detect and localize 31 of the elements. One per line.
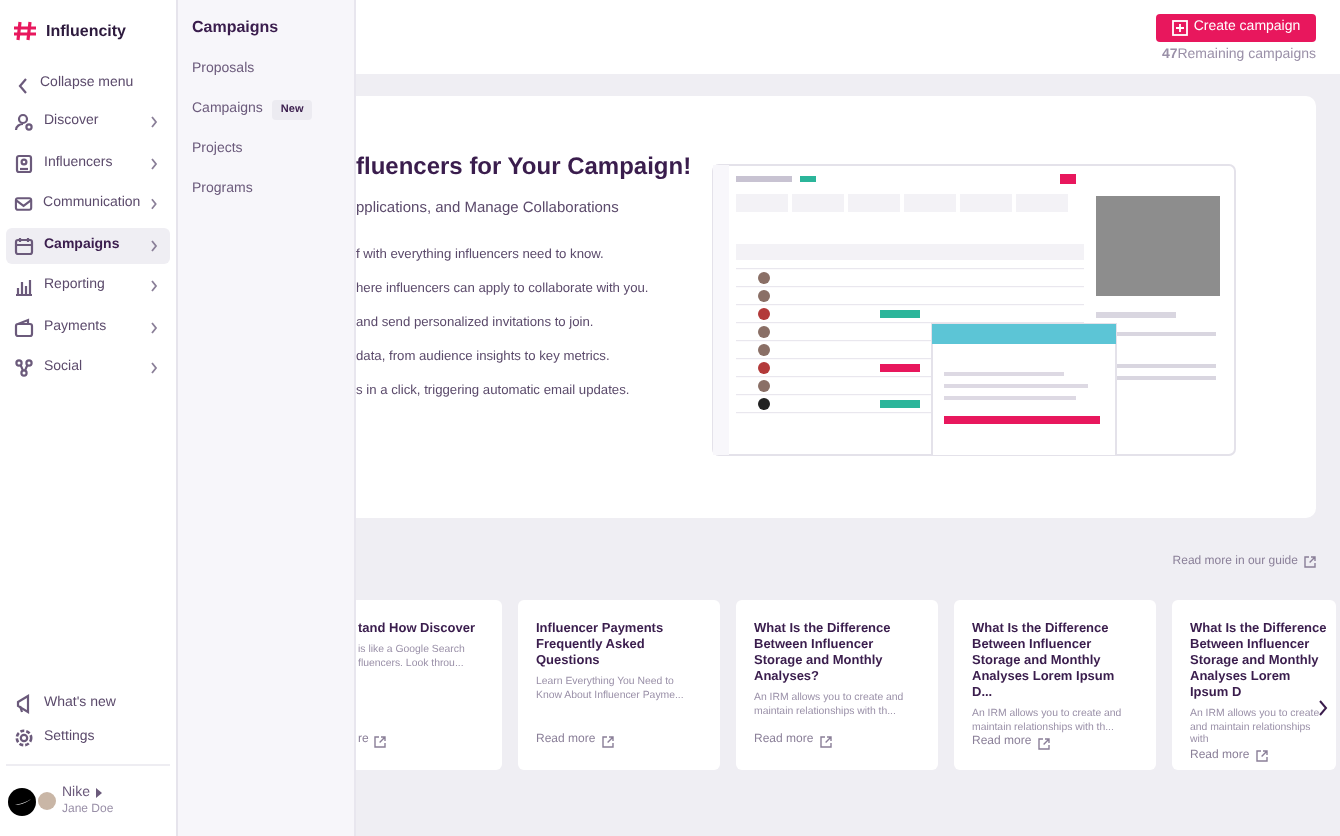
chevron-left-icon	[18, 77, 28, 93]
logo-icon	[12, 20, 38, 42]
chevron-right-icon	[150, 239, 158, 252]
contact-card-icon	[14, 153, 34, 174]
plus-square-icon	[1171, 20, 1188, 36]
external-link-icon	[601, 735, 614, 747]
chevron-right-icon	[150, 280, 158, 293]
logo-text: Influencity	[46, 19, 127, 43]
submenu-title: Campaigns	[192, 16, 281, 40]
caret-icon	[96, 787, 103, 797]
bar-chart-icon	[14, 276, 34, 297]
chevron-right-icon	[150, 198, 158, 211]
organization-logo	[8, 787, 36, 815]
chevron-right-icon	[150, 362, 158, 375]
gear-icon	[14, 728, 34, 748]
hero-title: fluencers for Your Campaign!	[356, 150, 694, 184]
chevron-right-icon	[150, 116, 158, 129]
external-link-icon	[374, 735, 387, 747]
chevron-right-icon	[150, 321, 158, 334]
external-link-icon	[1037, 737, 1050, 749]
calendar-icon	[14, 235, 34, 256]
wallet-icon	[14, 317, 34, 338]
megaphone-icon	[14, 694, 34, 714]
external-link-icon	[1304, 556, 1316, 568]
user-avatar	[38, 792, 56, 810]
envelope-icon	[14, 194, 34, 215]
external-link-icon	[1255, 750, 1268, 762]
chevron-right-icon	[150, 157, 158, 170]
external-link-icon	[819, 735, 832, 747]
person-icon	[14, 112, 34, 133]
share-nodes-icon	[14, 358, 34, 379]
